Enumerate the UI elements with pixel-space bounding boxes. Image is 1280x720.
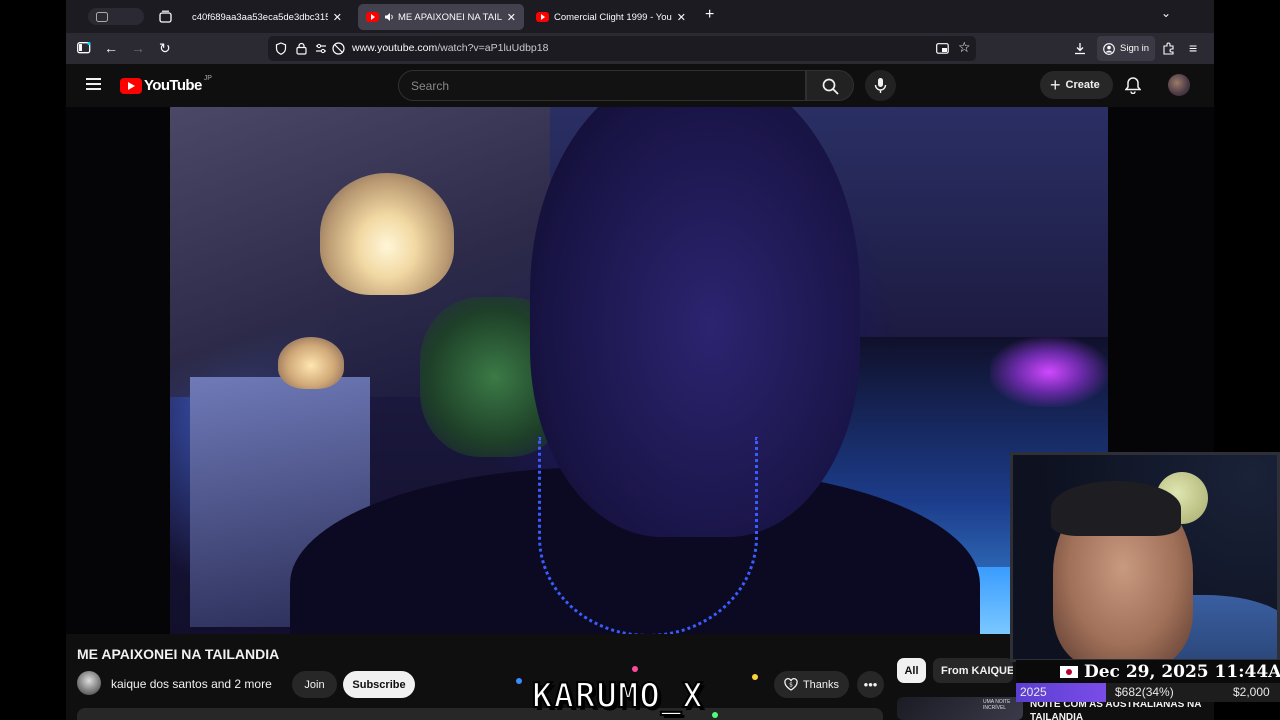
search-placeholder: Search [411, 79, 450, 93]
reload-icon[interactable]: ↻ [159, 39, 171, 57]
svg-text:$: $ [789, 682, 793, 689]
goal-target: $2,000 [1233, 685, 1270, 699]
webcam-overlay [1010, 452, 1280, 662]
channel-avatar[interactable] [77, 671, 101, 695]
tab-title: ME APAIXONEI NA TAILANDIA [398, 11, 502, 23]
close-icon[interactable]: ✕ [677, 11, 686, 24]
picture-in-picture-icon[interactable] [936, 43, 949, 54]
video-frame[interactable] [170, 107, 1108, 634]
url-bar[interactable]: www.youtube.com/watch?v=aP1luUdbp18 ☆ [268, 36, 976, 61]
account-icon [1103, 42, 1115, 55]
notifications-bell-icon[interactable] [1125, 76, 1141, 94]
screen: c40f689aa3aa53eca5de3dbc3150f ✕ ME APAIX… [0, 0, 1280, 720]
menu-icon[interactable]: ≡ [1189, 39, 1197, 57]
brand-text: KARUMO_X [531, 675, 704, 717]
forward-icon[interactable]: → [131, 39, 145, 57]
goal-label: 2025 [1020, 685, 1047, 699]
create-button[interactable]: + Create [1040, 71, 1113, 99]
logo-text: YouTube [144, 77, 202, 94]
chip-all[interactable]: All [897, 658, 926, 683]
url-path: /watch?v=aP1luUdbp18 [437, 42, 549, 54]
join-button[interactable]: Join [292, 671, 337, 698]
download-icon[interactable] [1074, 42, 1086, 55]
url-host: www.youtube.com [352, 42, 438, 54]
extensions-icon[interactable] [1162, 42, 1175, 55]
recommended-thumbnail[interactable]: UMA NOITE INCRÍVEL [897, 697, 1023, 720]
youtube-favicon-icon [366, 12, 379, 22]
back-icon[interactable]: ← [104, 39, 118, 57]
donation-goal-bar: 2025 $682(34%) $2,000 [1016, 683, 1280, 702]
sidebar-panel-icon[interactable] [77, 42, 91, 54]
bookmark-star-icon[interactable]: ☆ [958, 39, 971, 56]
permissions-icon[interactable] [315, 43, 327, 54]
search-button[interactable] [806, 70, 854, 101]
sign-in-button[interactable]: Sign in [1097, 36, 1156, 61]
close-icon[interactable]: ✕ [333, 11, 342, 24]
sidebar-toggle[interactable] [88, 8, 144, 25]
tab-hash[interactable]: c40f689aa3aa53eca5de3dbc3150f ✕ [184, 4, 350, 30]
sign-in-label: Sign in [1120, 43, 1150, 54]
date-text: Dec 29, 2025 11:44AM [1084, 662, 1280, 682]
new-tab-icon[interactable]: + [705, 6, 714, 24]
search-icon [822, 78, 839, 95]
tab-bar: c40f689aa3aa53eca5de3dbc3150f ✕ ME APAIX… [66, 0, 1214, 33]
tab-current-video[interactable]: ME APAIXONEI NA TAILANDIA ✕ [358, 4, 524, 30]
nav-bar: ← → ↻ www.youtube.com/watch?v=aP1luUdbp1… [66, 33, 1214, 64]
channel-name[interactable]: kaique dos santos and 2 more [111, 677, 272, 691]
tab-title: c40f689aa3aa53eca5de3dbc3150f [192, 11, 328, 23]
youtube-favicon-icon [536, 12, 549, 22]
subscribe-button[interactable]: Subscribe [343, 671, 415, 698]
streamer-cap [1051, 481, 1181, 536]
chip-from-channel[interactable]: From KAIQUE [933, 658, 1013, 683]
country-code: JP [203, 75, 212, 82]
thanks-label: Thanks [802, 678, 840, 691]
heart-dollar-icon: $ [784, 678, 798, 691]
tab-title: Comercial Clight 1999 - YouTube [554, 11, 672, 23]
video-neon-sign [990, 337, 1108, 407]
search-input[interactable]: Search [398, 70, 806, 101]
plus-icon: + [1050, 75, 1061, 95]
thanks-button[interactable]: $ Thanks [774, 671, 849, 698]
autoplay-blocked-icon[interactable] [332, 42, 345, 55]
voice-search-button[interactable] [865, 70, 896, 101]
tab-groups-icon[interactable] [159, 10, 172, 23]
lock-icon[interactable] [296, 42, 307, 55]
hamburger-menu-icon[interactable] [86, 78, 101, 90]
goal-current: $682(34%) [1115, 685, 1174, 699]
video-lamp [320, 173, 454, 295]
japan-flag-icon [1060, 666, 1078, 678]
microphone-icon [874, 78, 887, 93]
speaker-icon[interactable] [384, 12, 394, 22]
video-title: ME APAIXONEI NA TAILANDIA [77, 646, 280, 662]
sidebar-icon [96, 11, 108, 22]
video-lamp [278, 337, 344, 389]
brand-logo-overlay: KARUMO_X [512, 666, 772, 720]
date-overlay: Dec 29, 2025 11:44AM [1016, 660, 1280, 684]
youtube-play-icon [120, 77, 142, 94]
tab-clight[interactable]: Comercial Clight 1999 - YouTube ✕ [528, 4, 694, 30]
youtube-masthead: YouTube JP Search + Create [66, 64, 1214, 107]
close-icon[interactable]: ✕ [507, 11, 516, 24]
video-necklace [538, 437, 758, 634]
user-avatar[interactable] [1168, 74, 1190, 96]
youtube-logo[interactable]: YouTube JP [120, 75, 212, 94]
more-actions-icon[interactable]: ••• [857, 671, 884, 698]
chevron-down-icon[interactable]: ⌄ [1161, 6, 1171, 20]
url-text[interactable]: www.youtube.com/watch?v=aP1luUdbp18 [352, 42, 548, 54]
create-label: Create [1065, 79, 1100, 91]
shield-icon[interactable] [275, 42, 287, 55]
